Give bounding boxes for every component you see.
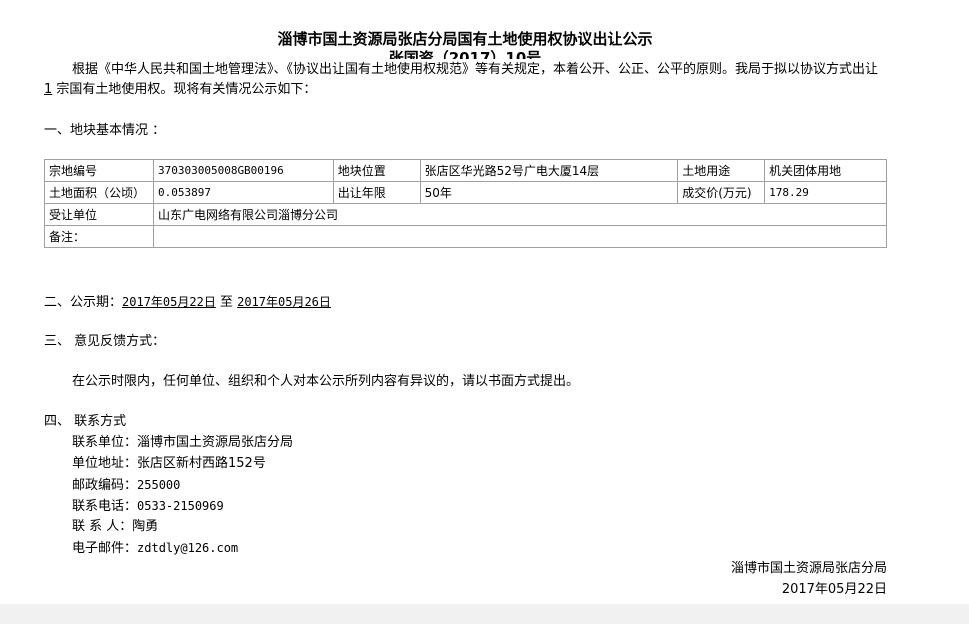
contact-address-label: 单位地址： xyxy=(72,456,138,471)
value-location: 张店区华光路52号广电大厦14层 xyxy=(419,159,679,182)
contact-phone-label: 联系电话： xyxy=(72,499,138,514)
label-transferee: 受让单位 xyxy=(44,203,154,226)
publicity-end-date: 2017年05月26日 xyxy=(237,295,331,309)
section2-heading: 二、公示期： xyxy=(44,295,123,310)
label-land-use: 土地用途 xyxy=(677,159,766,182)
value-note xyxy=(152,225,888,248)
value-term: 50年 xyxy=(419,181,679,204)
label-location: 地块位置 xyxy=(332,159,421,182)
value-price: 178.29 xyxy=(764,181,887,204)
table-row: 宗地编号 370303005008GB00196 地块位置 张店区华光路52号广… xyxy=(44,159,887,182)
table-row: 备注： xyxy=(44,225,888,248)
intro-text-before: 根据《中华人民共和国土地管理法》、《协议出让国有土地使用权规范》等有关规定，本着… xyxy=(72,62,879,77)
contact-email-value: zdtdly@126.com xyxy=(137,541,239,555)
contact-unit-label: 联系单位： xyxy=(72,435,138,450)
value-area: 0.053897 xyxy=(152,181,334,204)
publicity-start-date: 2017年05月22日 xyxy=(122,295,216,309)
section3-text: 在公示时限内，任何单位、组织和个人对本公示所列内容有异议的，请以书面方式提出。 xyxy=(72,374,580,389)
section3-heading: 三、 意见反馈方式： xyxy=(44,334,166,349)
table-row: 土地面积（公顷） 0.053897 出让年限 50年 成交价(万元) 178.2… xyxy=(44,181,887,204)
section4-heading: 四、 联系方式 xyxy=(44,414,127,429)
intro-paragraph: 根据《中华人民共和国土地管理法》、《协议出让国有土地使用权规范》等有关规定，本着… xyxy=(44,60,889,100)
contact-phone-value: 0533-2150969 xyxy=(137,499,224,513)
value-transferee: 山东广电网络有限公司淄博分公司 xyxy=(152,203,888,226)
contact-postcode-label: 邮政编码： xyxy=(72,478,138,493)
publicity-to: 至 xyxy=(215,295,238,310)
section2-line: 二、公示期：2017年05月22日 至 2017年05月26日 xyxy=(44,292,331,313)
label-term: 出让年限 xyxy=(332,181,421,204)
value-land-use: 机关团体用地 xyxy=(764,159,887,182)
contact-address: 单位地址：张店区新村西路152号 xyxy=(72,454,266,474)
contact-postcode: 邮政编码：255000 xyxy=(72,475,180,496)
label-parcel-code: 宗地编号 xyxy=(44,159,154,182)
contact-email-label: 电子邮件： xyxy=(72,541,138,556)
document-title: 淄博市国土资源局张店分局国有土地使用权协议出让公示 xyxy=(277,30,653,48)
bottom-scroll-area xyxy=(0,604,969,624)
section1-heading: 一、地块基本情况 ： xyxy=(44,123,166,138)
document-page: 淄博市国土资源局张店分局国有土地使用权协议出让公示 张国资（2017）10号 根… xyxy=(0,0,969,604)
contact-unit-value: 淄博市国土资源局张店分局 xyxy=(137,435,294,450)
signature-org: 淄博市国土资源局张店分局 xyxy=(730,561,887,576)
table-row: 受让单位 山东广电网络有限公司淄博分公司 xyxy=(44,203,888,226)
contact-unit: 联系单位：淄博市国土资源局张店分局 xyxy=(72,433,293,453)
label-price: 成交价(万元) xyxy=(677,181,766,204)
value-parcel-code: 370303005008GB00196 xyxy=(152,159,334,182)
label-area: 土地面积（公顷） xyxy=(44,181,154,204)
document-subtitle: 张国资（2017）10号 xyxy=(388,49,542,59)
contact-email: 电子邮件：zdtdly@126.com xyxy=(72,538,238,559)
contact-postcode-value: 255000 xyxy=(137,478,181,492)
signature-date: 2017年05月22日 xyxy=(781,582,887,597)
contact-address-value: 张店区新村西路152号 xyxy=(137,456,266,471)
contact-phone: 联系电话：0533-2150969 xyxy=(72,496,224,517)
contact-person-value: 陶勇 xyxy=(132,519,159,534)
land-info-table: 宗地编号 370303005008GB00196 地块位置 张店区华光路52号广… xyxy=(44,159,888,248)
contact-person: 联 系 人：陶勇 xyxy=(72,517,158,537)
contact-person-label: 联 系 人： xyxy=(72,519,133,534)
intro-text-after: 宗国有土地使用权。现将有关情况公示如下： xyxy=(52,82,317,97)
label-note: 备注： xyxy=(44,225,154,248)
